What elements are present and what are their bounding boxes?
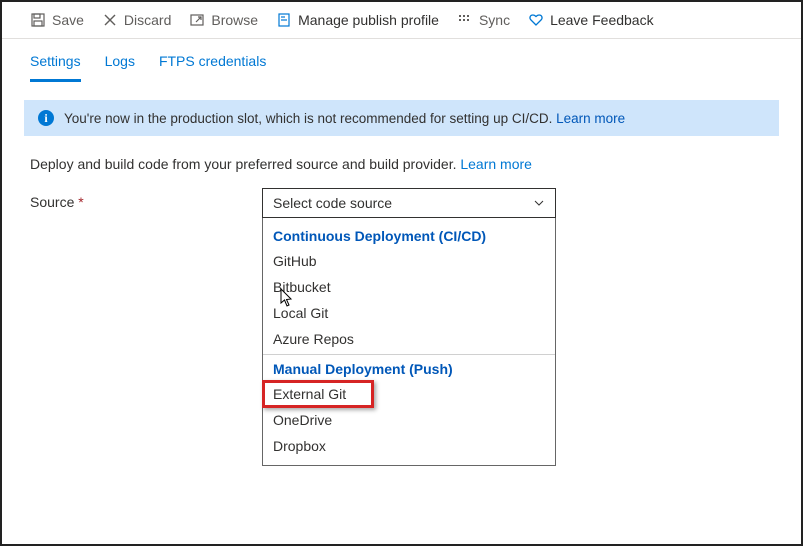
description-learn-more-link[interactable]: Learn more: [460, 156, 532, 172]
dropdown-group-cicd: Continuous Deployment (CI/CD): [263, 222, 555, 248]
browse-icon: [189, 12, 205, 28]
save-button[interactable]: Save: [30, 12, 84, 28]
save-icon: [30, 12, 46, 28]
manage-profile-button[interactable]: Manage publish profile: [276, 12, 439, 28]
option-azure-repos[interactable]: Azure Repos: [263, 326, 555, 352]
info-text: You're now in the production slot, which…: [64, 111, 552, 126]
source-placeholder: Select code source: [273, 195, 392, 211]
option-local-git[interactable]: Local Git: [263, 300, 555, 326]
discard-button[interactable]: Discard: [102, 12, 171, 28]
option-github[interactable]: GitHub: [263, 248, 555, 274]
save-label: Save: [52, 12, 84, 28]
x-icon: [102, 12, 118, 28]
option-external-git[interactable]: External Git: [263, 381, 555, 407]
info-icon: i: [38, 110, 54, 126]
source-select-trigger[interactable]: Select code source: [262, 188, 556, 218]
sync-label: Sync: [479, 12, 510, 28]
feedback-label: Leave Feedback: [550, 12, 654, 28]
option-onedrive[interactable]: OneDrive: [263, 407, 555, 433]
source-label: Source *: [30, 188, 262, 210]
required-marker: *: [74, 194, 83, 210]
tab-logs[interactable]: Logs: [105, 53, 135, 82]
sync-icon: [457, 12, 473, 28]
info-banner: i You're now in the production slot, whi…: [24, 100, 779, 136]
tab-settings[interactable]: Settings: [30, 53, 81, 82]
tab-bar: Settings Logs FTPS credentials: [2, 39, 801, 82]
description-text: Deploy and build code from your preferre…: [30, 156, 456, 172]
discard-label: Discard: [124, 12, 171, 28]
sync-button[interactable]: Sync: [457, 12, 510, 28]
option-bitbucket[interactable]: Bitbucket: [263, 274, 555, 300]
dropdown-group-manual: Manual Deployment (Push): [263, 354, 555, 381]
browse-button[interactable]: Browse: [189, 12, 258, 28]
source-dropdown: Continuous Deployment (CI/CD) GitHub Bit…: [262, 218, 556, 466]
command-bar: Save Discard Browse Manage publish profi…: [2, 2, 801, 39]
info-learn-more-link[interactable]: Learn more: [556, 111, 625, 126]
option-dropbox[interactable]: Dropbox: [263, 433, 555, 459]
chevron-down-icon: [533, 197, 545, 209]
browse-label: Browse: [211, 12, 258, 28]
source-row: Source * Select code source Continuous D…: [2, 178, 801, 228]
description: Deploy and build code from your preferre…: [2, 136, 801, 178]
profile-icon: [276, 12, 292, 28]
heart-icon: [528, 12, 544, 28]
tab-ftps[interactable]: FTPS credentials: [159, 53, 266, 82]
manage-profile-label: Manage publish profile: [298, 12, 439, 28]
feedback-button[interactable]: Leave Feedback: [528, 12, 654, 28]
source-select[interactable]: Select code source Continuous Deployment…: [262, 188, 556, 218]
